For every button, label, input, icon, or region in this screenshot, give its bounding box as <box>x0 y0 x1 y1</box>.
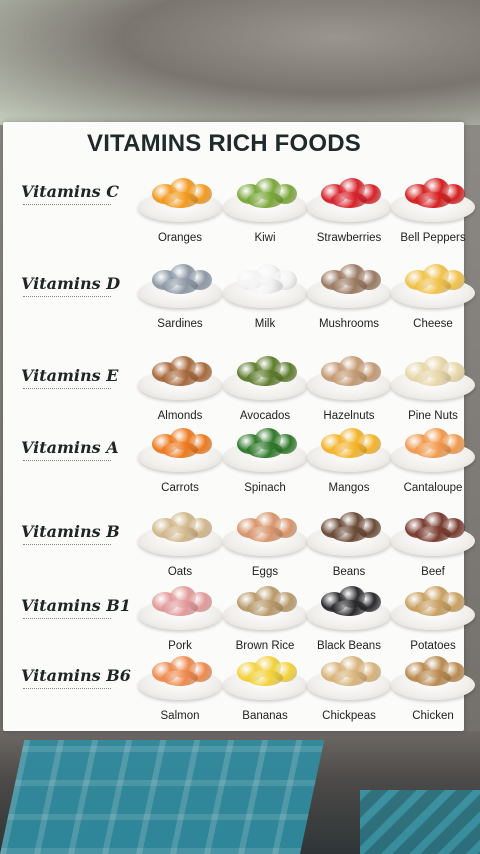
vitamin-label-underline <box>23 544 111 545</box>
background-cloth <box>0 740 325 854</box>
food-name: Bell Peppers <box>400 232 466 244</box>
vitamin-label-underline <box>23 688 111 689</box>
food-image <box>415 600 451 616</box>
vitamin-label-underline <box>23 296 111 297</box>
food-image <box>331 192 367 208</box>
food-image <box>331 370 367 386</box>
food-image <box>415 670 451 686</box>
infographic-card: VITAMINS RICH FOODS Vitamins C Oranges Kiw… <box>3 122 475 731</box>
food-item: Cheese <box>383 256 480 342</box>
vitamin-label-underline <box>23 618 111 619</box>
vitamin-label: Vitamins C <box>21 182 119 201</box>
food-image <box>162 370 198 386</box>
vitamin-label: Vitamins B1 <box>21 596 131 615</box>
food-image <box>331 526 367 542</box>
food-image <box>247 278 283 294</box>
vitamin-label: Vitamins B <box>21 522 120 541</box>
food-image <box>162 442 198 458</box>
food-image <box>162 192 198 208</box>
food-item: Bell Peppers <box>383 170 480 256</box>
food-name: Beef <box>421 566 445 578</box>
food-image <box>247 192 283 208</box>
food-image <box>247 442 283 458</box>
food-image <box>415 370 451 386</box>
food-item: Chicken <box>383 648 480 734</box>
vitamin-label-underline <box>23 388 111 389</box>
food-item: Cantaloupe <box>383 420 480 506</box>
food-image <box>162 526 198 542</box>
vitamin-label-underline <box>23 460 111 461</box>
vitamin-label: Vitamins E <box>21 366 119 385</box>
background-cloth-corner <box>360 790 480 854</box>
food-image <box>415 442 451 458</box>
food-name: Cheese <box>413 318 453 330</box>
infographic-title: VITAMINS RICH FOODS <box>86 130 362 157</box>
background-top <box>0 0 480 125</box>
food-image <box>247 370 283 386</box>
food-image <box>415 192 451 208</box>
food-image <box>162 670 198 686</box>
food-image <box>331 670 367 686</box>
food-image <box>162 600 198 616</box>
food-name: Chicken <box>412 710 454 722</box>
food-image <box>247 526 283 542</box>
vitamin-label-underline <box>23 204 111 205</box>
food-image <box>247 600 283 616</box>
food-image <box>331 442 367 458</box>
vitamin-label: Vitamins B6 <box>21 666 131 685</box>
food-image <box>331 278 367 294</box>
food-name: Cantaloupe <box>403 482 463 494</box>
food-image <box>415 278 451 294</box>
vitamin-label: Vitamins D <box>21 274 121 293</box>
food-image <box>162 278 198 294</box>
food-image <box>331 600 367 616</box>
food-image <box>415 526 451 542</box>
vitamin-label: Vitamins A <box>21 438 119 457</box>
food-image <box>247 670 283 686</box>
